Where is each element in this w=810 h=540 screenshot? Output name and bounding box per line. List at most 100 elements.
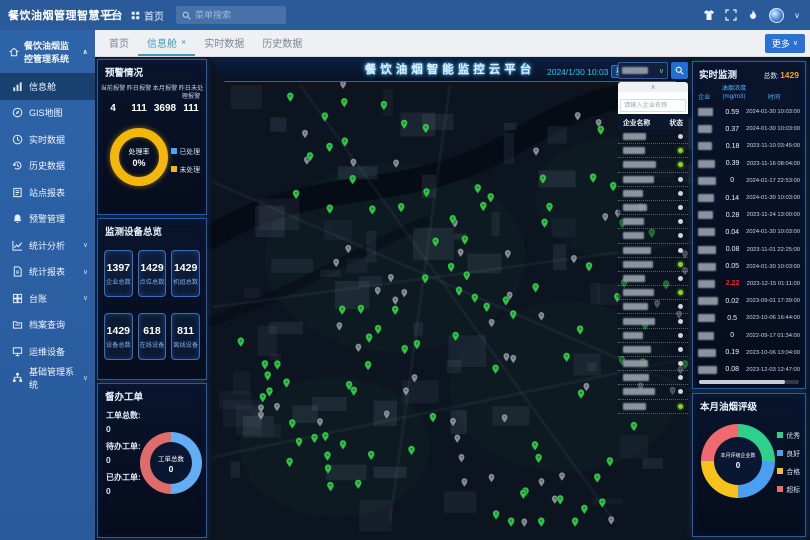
enterprise-search-button[interactable] <box>671 62 688 79</box>
table-row[interactable]: 0.142024-01-30 10:03:00 <box>698 189 800 206</box>
table-row[interactable]: 0.592024-01-30 10:03:00 <box>698 104 800 121</box>
sidebar-item-alarm[interactable]: 预警管理 <box>0 206 95 233</box>
tab-实时数据[interactable]: 实时数据 <box>195 30 253 56</box>
status-dot-offline <box>678 375 683 380</box>
table-row[interactable]: 0.042024-01-30 10:03:00 <box>698 224 800 241</box>
table-row[interactable]: 0.392023-11-16 08:04:00 <box>698 155 800 172</box>
sidebar-item-history[interactable]: 历史数据 <box>0 153 95 180</box>
sidebar-item-label: 信息舱 <box>29 80 56 93</box>
more-button[interactable]: 更多 ∨ <box>765 34 805 53</box>
table-row[interactable]: 0.022023-09-01 17:39:00 <box>698 293 800 310</box>
sidebar-item-analysis[interactable]: 统计分析∨ <box>0 232 95 259</box>
donut-label: 处理率 <box>129 147 150 157</box>
enterprise-name-input[interactable] <box>620 99 686 112</box>
list-item[interactable] <box>618 343 688 357</box>
col-time: 时间 <box>748 92 800 101</box>
sidebar-menu-bottom: 基础管理系统∨ <box>0 365 95 392</box>
sidebar-item-chart[interactable]: 信息舱 <box>0 73 95 100</box>
list-item[interactable] <box>618 215 688 229</box>
tab-历史数据[interactable]: 历史数据 <box>253 30 311 56</box>
list-item[interactable] <box>618 385 688 399</box>
close-icon[interactable]: × <box>181 37 186 47</box>
table-row[interactable]: 0.282023-11-24 13:00:00 <box>698 207 800 224</box>
list-item[interactable] <box>618 144 688 158</box>
workorder-stat-label: 工单总数: <box>106 410 141 421</box>
table-row[interactable]: 0.082023-12-03 12:47:00 <box>698 361 800 378</box>
scrollbar-thumb[interactable] <box>699 380 785 384</box>
table-row[interactable]: 0.372024-01-30 10:03:00 <box>698 121 800 138</box>
alarm-stats: 当前报警4昨日报警111本月报警3698昨日未处理报警111 <box>98 82 206 114</box>
cell-time: 2023-12-15 01:11:00 <box>747 281 800 287</box>
table-row[interactable]: 0.082023-11-01 22:25:00 <box>698 241 800 258</box>
chevron-down-icon: ∨ <box>83 294 88 302</box>
list-item[interactable] <box>618 357 688 371</box>
avatar[interactable] <box>769 8 784 23</box>
workorder-donut-value: 0 <box>169 464 174 474</box>
sidebar-item-label: 统计报表 <box>29 265 65 278</box>
fullscreen-icon[interactable] <box>725 9 737 21</box>
enterprise-list: 企业名称 状态 <box>618 114 688 414</box>
cell-concentration: 0.08 <box>718 366 746 373</box>
enterprise-select[interactable]: ∨ <box>618 62 668 79</box>
sidebar-item-report[interactable]: 站点报表 <box>0 179 95 206</box>
cell-company <box>698 120 718 138</box>
tab-首页[interactable]: 首页 <box>100 30 138 56</box>
list-item[interactable] <box>618 158 688 172</box>
list-item[interactable] <box>618 229 688 243</box>
cell-company <box>698 104 718 122</box>
sidebar-item-label: 运维设备 <box>29 345 65 358</box>
list-item[interactable] <box>618 272 688 286</box>
home-breadcrumb[interactable]: 首页 <box>131 8 164 23</box>
sidebar-group-monitor-system[interactable]: 餐饮油烟监控管理系统 ∧ <box>0 30 95 73</box>
monthly-rating-panel: 本月油烟评级 本月评级企业数 0 优秀良好合格超标 <box>692 393 806 537</box>
list-item[interactable] <box>618 201 688 215</box>
sidebar-item-device[interactable]: 运维设备 <box>0 338 95 365</box>
collapse-caret[interactable]: ∧ <box>618 82 688 92</box>
cell-time: 2024-01-30 10:03:00 <box>746 126 800 132</box>
list-item[interactable] <box>618 300 688 314</box>
list-item[interactable] <box>618 173 688 187</box>
list-item[interactable] <box>618 187 688 201</box>
device-stat-box: 618在线设备 <box>138 313 167 360</box>
list-item[interactable] <box>618 244 688 258</box>
realtime-table-body: 0.592024-01-30 10:03:000.372024-01-30 10… <box>693 104 805 379</box>
alarm-stat-value: 4 <box>100 103 126 114</box>
list-item[interactable] <box>618 314 688 328</box>
handle-rate-donut: 处理率 0% <box>110 128 168 186</box>
sidebar-item-compass[interactable]: GIS地图 <box>0 100 95 127</box>
sidebar-item-system[interactable]: 基础管理系统∨ <box>0 365 95 392</box>
table-row[interactable]: 2.222023-12-15 01:11:00 <box>698 275 800 292</box>
sidebar-item-archive[interactable]: 档案查询 <box>0 312 95 339</box>
table-row[interactable]: 0.052024-01-30 10:03:00 <box>698 258 800 275</box>
legend-label: 未处理 <box>180 164 200 174</box>
list-item[interactable] <box>618 400 688 414</box>
chevron-up-icon: ∧ <box>82 48 88 56</box>
menu-search-box[interactable] <box>176 6 286 24</box>
list-item[interactable] <box>618 371 688 385</box>
enterprise-dropdown: ∧ 企业名称 状态 <box>618 82 688 414</box>
table-row[interactable]: 0.192023-10-06 13:04:00 <box>698 344 800 361</box>
list-item[interactable] <box>618 286 688 300</box>
table-row[interactable]: 02022-09-17 01:34:00 <box>698 327 800 344</box>
status-dot-offline <box>678 304 683 309</box>
sidebar-item-doc[interactable]: 统计报表∨ <box>0 259 95 286</box>
sidebar-item-clock[interactable]: 实时数据 <box>0 126 95 153</box>
menu-search-input[interactable] <box>195 10 275 20</box>
chevron-down-icon[interactable]: ∨ <box>794 11 800 20</box>
hamburger-menu-icon[interactable]: ☰ <box>95 7 123 24</box>
list-item[interactable] <box>618 130 688 144</box>
tab-信息舱[interactable]: 信息舱× <box>138 30 195 56</box>
table-row[interactable]: 0.52023-10-06 16:44:00 <box>698 310 800 327</box>
flame-icon[interactable] <box>747 9 759 21</box>
sidebar-item-label: 预警管理 <box>29 212 65 225</box>
table-row[interactable]: 02024-01-17 22:53:00 <box>698 172 800 189</box>
donut-value: 0% <box>132 158 145 168</box>
table-row[interactable]: 0.182023-11-10 03:45:00 <box>698 138 800 155</box>
home-icon <box>9 47 19 57</box>
shirt-icon[interactable] <box>703 9 715 21</box>
sidebar-item-ledger[interactable]: 台账∨ <box>0 285 95 312</box>
analysis-icon <box>12 240 23 251</box>
list-item[interactable] <box>618 258 688 272</box>
list-item[interactable] <box>618 329 688 343</box>
status-dot-online <box>678 290 683 295</box>
